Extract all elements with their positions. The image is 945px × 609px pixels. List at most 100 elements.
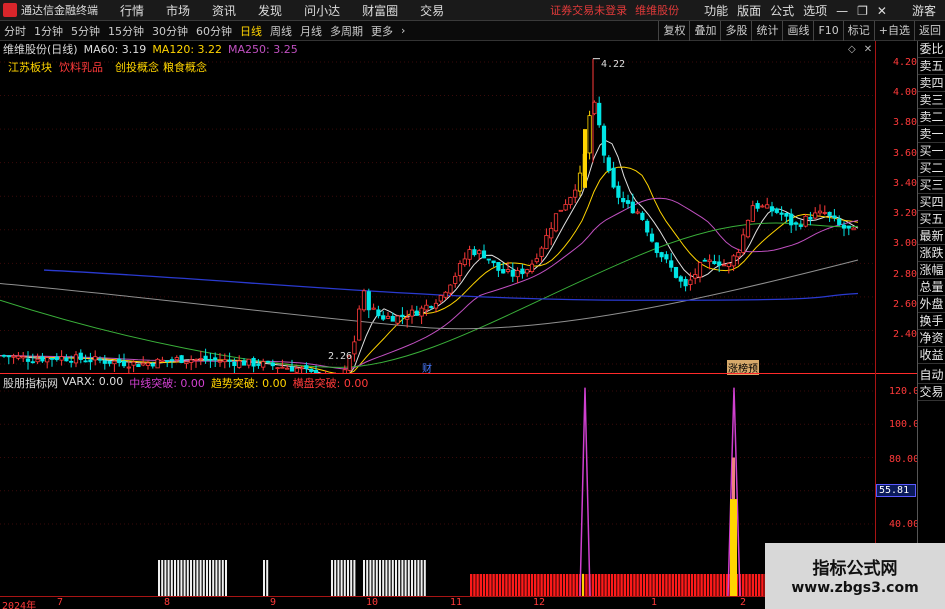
app-logo-icon [3,3,17,17]
period-1min[interactable]: 1分钟 [34,23,63,39]
candle-body [563,204,568,211]
candle-body [165,360,170,362]
rp-buy3[interactable]: 买三 [918,177,945,194]
menu-options[interactable]: 选项 [803,2,827,19]
menu-trade[interactable]: 交易 [420,2,444,19]
menu-quotes[interactable]: 行情 [120,2,144,19]
chevron-right-icon[interactable]: › [401,24,405,37]
rp-buy1[interactable]: 买一 [918,143,945,160]
ma250-label: MA250: 3.25 [228,42,298,56]
menu-news[interactable]: 资讯 [212,2,236,19]
price-tick: 3.60 [893,148,918,159]
period-60min[interactable]: 60分钟 [196,23,232,39]
candle-body [395,315,400,324]
close-chart-icon[interactable]: ✕ [864,44,872,55]
rp-buy2[interactable]: 买二 [918,160,945,177]
restore-icon[interactable]: ❐ [857,4,868,18]
kline-chart[interactable] [0,41,917,374]
white-signal-bar [366,560,369,596]
close-icon[interactable]: ✕ [877,4,887,18]
settings-icon[interactable]: ◇ [848,44,856,55]
period-daily[interactable]: 日线 [240,23,262,39]
rp-sell1[interactable]: 卖一 [918,126,945,143]
period-intraday[interactable]: 分时 [4,23,26,39]
period-monthly[interactable]: 月线 [300,23,322,39]
menu-wealth[interactable]: 财富圈 [362,2,398,19]
menu-function[interactable]: 功能 [704,2,728,19]
candle-body [88,359,93,363]
mark-button[interactable]: 标记 [842,21,874,41]
candle-body [611,167,616,188]
white-signal-bar [164,560,167,596]
indicator-name[interactable]: 股朋指标网 [3,375,58,391]
rp-weibi[interactable]: 委比 [918,41,945,58]
period-5min[interactable]: 5分钟 [71,23,100,39]
menu-discover[interactable]: 发现 [258,2,282,19]
tag-venture[interactable]: 创投概念 [115,59,159,75]
add-watchlist-button[interactable]: +自选 [873,21,914,41]
adjust-button[interactable]: 复权 [658,21,689,41]
period-15min[interactable]: 15分钟 [108,23,144,39]
tag-grain[interactable]: 粮食概念 [163,59,207,75]
rp-sell5[interactable]: 卖五 [918,58,945,75]
candle-body [352,341,357,355]
candle-body [654,242,659,253]
price-tick: 3.00 [893,238,918,249]
red-signal-bar [649,574,652,596]
guest-label[interactable]: 游客 [912,2,936,19]
menu-ask[interactable]: 问小达 [304,2,340,19]
red-signal-bar [537,574,540,596]
minimize-icon[interactable]: — [836,4,848,18]
candle-body [477,250,482,255]
period-more[interactable]: 更多 [371,23,393,39]
candle-body [371,307,376,310]
red-signal-bar [697,574,700,596]
period-30min[interactable]: 30分钟 [152,23,188,39]
period-multi[interactable]: 多周期 [330,23,363,39]
rp-buy4[interactable]: 买四 [918,194,945,211]
white-signal-bar [347,560,349,596]
candle-body [515,270,520,278]
moving-average-lines [0,140,859,374]
candle-body [121,360,127,367]
rp-turnover[interactable]: 换手 [918,313,945,330]
menu-layout[interactable]: 版面 [737,2,761,19]
red-signal-bar [687,574,690,596]
rp-outer[interactable]: 外盘 [918,296,945,313]
login-notice[interactable]: 证券交易未登录 [550,2,627,18]
rp-sell2[interactable]: 卖二 [918,109,945,126]
multi-stock-button[interactable]: 多股 [720,21,751,41]
overlay-button[interactable]: 叠加 [689,21,720,41]
white-signal-bar [202,560,205,596]
red-signal-bar [748,574,751,596]
rp-trade[interactable]: 交易 [918,384,945,401]
stock-name[interactable]: 维维股份(日线) [3,41,78,57]
menu-formula[interactable]: 公式 [770,2,794,19]
rp-netasset[interactable]: 净资 [918,330,945,347]
rp-latest[interactable]: 最新 [918,228,945,245]
back-button[interactable]: 返回 [914,21,945,41]
period-weekly[interactable]: 周线 [270,23,292,39]
rp-sell3[interactable]: 卖三 [918,92,945,109]
red-signal-bar [569,574,572,596]
tag-jiangsu[interactable]: 江苏板块 [8,59,52,75]
menu-market[interactable]: 市场 [166,2,190,19]
candle-body [721,264,727,267]
red-signal-bar [546,574,550,596]
candle-body [669,260,674,268]
draw-button[interactable]: 画线 [782,21,813,41]
rp-buy5[interactable]: 买五 [918,211,945,228]
tag-dairy[interactable]: 饮料乳品 [59,59,103,75]
rp-change[interactable]: 涨跌 [918,245,945,262]
time-tick: 8 [164,597,171,608]
f10-button[interactable]: F10 [813,21,842,41]
candle-body [400,314,405,318]
stats-button[interactable]: 统计 [751,21,782,41]
rp-auto[interactable]: 自动 [918,367,945,384]
rp-sell4[interactable]: 卖四 [918,75,945,92]
rp-volume[interactable]: 总量 [918,279,945,296]
rp-change-pct[interactable]: 涨幅 [918,262,945,279]
candle-body [448,284,453,294]
rp-earnings[interactable]: 收益 [918,347,945,364]
price-tick: 3.80 [893,117,918,128]
